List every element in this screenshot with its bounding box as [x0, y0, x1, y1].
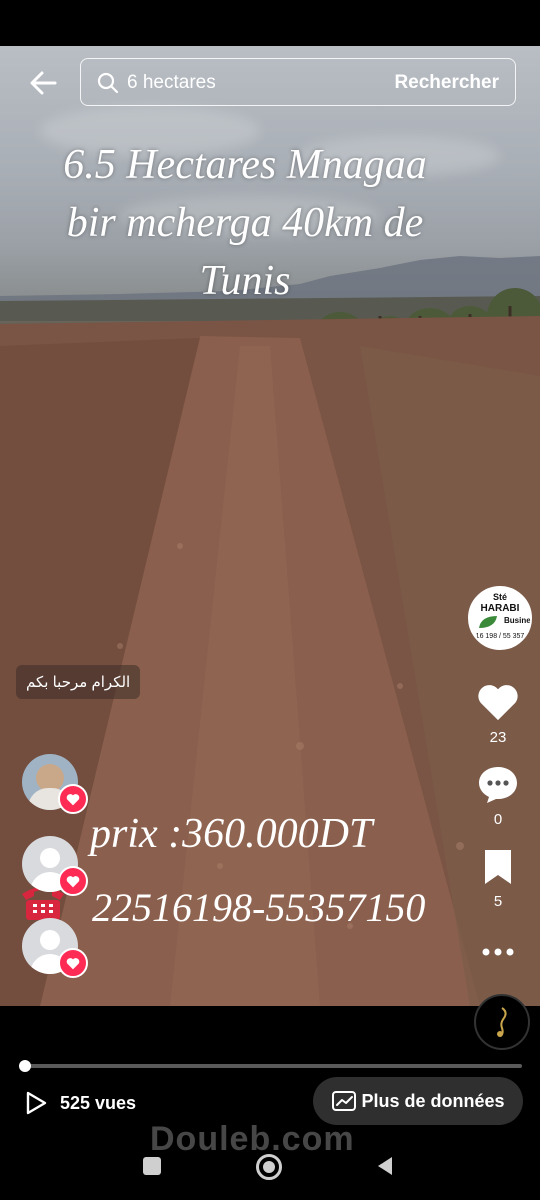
comment-icon [479, 767, 517, 803]
more-icon [482, 948, 514, 956]
comment-button[interactable]: 0 [470, 764, 526, 828]
music-disc-icon[interactable] [474, 994, 530, 1050]
heart-icon [478, 685, 518, 721]
recent-apps-button[interactable] [143, 1157, 161, 1175]
heart-icon [58, 784, 88, 814]
brand-line: Business [504, 616, 531, 625]
system-back-icon[interactable] [374, 1155, 396, 1177]
viewer-avatar[interactable] [22, 836, 88, 896]
viewer-avatar[interactable] [22, 918, 88, 978]
brand-line: 16 198 / 55 357 [475, 633, 525, 640]
brand-line: HARABI [480, 603, 520, 614]
search-bar[interactable]: 6 hectares Rechercher [80, 58, 516, 106]
creator-avatar[interactable]: Sté HARABI Business 16 198 / 55 357 [468, 586, 532, 650]
chart-icon [332, 1091, 357, 1111]
search-query[interactable]: 6 hectares [127, 72, 216, 94]
progress-track[interactable] [22, 1064, 522, 1068]
watermark: Douleb.com [150, 1120, 355, 1158]
view-count: 525 vues [24, 1088, 136, 1118]
search-icon [97, 72, 119, 94]
home-button[interactable] [256, 1154, 282, 1180]
video-caption-title: 6.5 Hectares Mnagaa bir mcherga 40km de … [20, 136, 470, 310]
phone-caption: 22516198-55357150 [92, 885, 426, 930]
search-button[interactable]: Rechercher [394, 72, 499, 94]
more-data-label: Plus de données [361, 1090, 505, 1111]
comment-count: 0 [493, 811, 503, 828]
back-arrow-icon[interactable] [28, 68, 58, 98]
heart-icon [58, 948, 88, 978]
caption-line: 6.5 Hectares Mnagaa [63, 142, 427, 188]
welcome-comment: الكرام مرحبا بكم [16, 665, 141, 699]
play-icon [26, 1091, 47, 1115]
caption-line: Tunis [199, 258, 291, 304]
status-bar [0, 0, 540, 46]
progress-scrubber[interactable] [18, 1060, 31, 1072]
like-count: 23 [489, 729, 507, 746]
more-data-button[interactable]: Plus de données [313, 1077, 523, 1125]
leaf-logo-icon [479, 616, 497, 628]
viewer-avatar[interactable] [22, 754, 88, 814]
views-label: 525 vues [60, 1092, 137, 1113]
price-caption: prix :360.000DT [90, 811, 373, 857]
heart-icon [58, 866, 88, 896]
caption-line: bir mcherga 40km de [66, 200, 424, 246]
more-options-button[interactable] [470, 940, 526, 969]
save-button[interactable]: 5 [470, 848, 526, 910]
like-button[interactable]: 23 [470, 682, 526, 746]
bookmark-icon [485, 850, 511, 884]
brand-line: Sté [492, 592, 507, 602]
save-count: 5 [493, 893, 503, 910]
